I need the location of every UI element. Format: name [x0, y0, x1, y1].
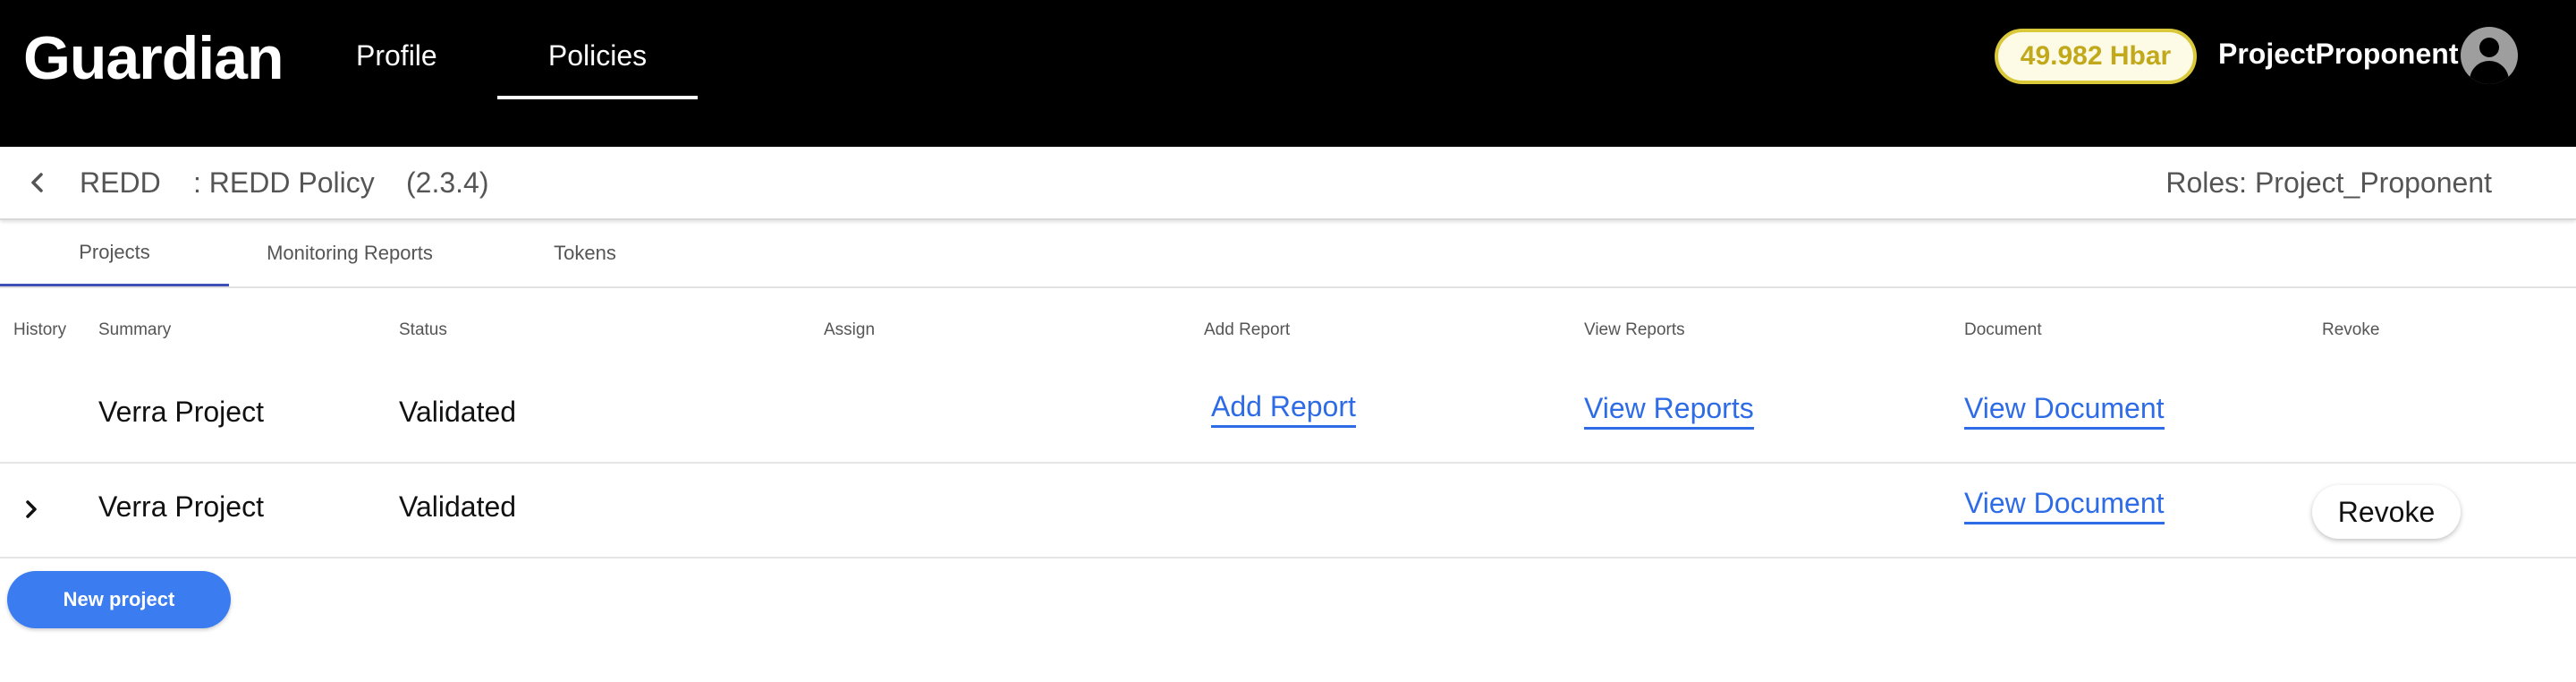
policy-header: REDD : REDD Policy (2.3.4) Roles: Projec…	[0, 147, 2576, 220]
column-summary: Summary	[98, 320, 172, 339]
row-status: Validated	[399, 396, 517, 428]
column-assign: Assign	[824, 320, 876, 339]
policy-roles: Roles: Project_Proponent	[2165, 166, 2492, 199]
hbar-balance-badge: 49.982 Hbar	[1995, 29, 2197, 84]
username: ProjectProponent	[2218, 38, 2459, 70]
app-logo[interactable]: Guardian	[23, 23, 284, 93]
column-status: Status	[399, 320, 447, 339]
chevron-right-icon[interactable]	[20, 494, 43, 524]
add-report-link[interactable]: Add Report	[1211, 390, 1356, 428]
column-view-reports: View Reports	[1584, 320, 1685, 339]
row-summary: Verra Project	[98, 490, 264, 523]
account-circle-icon[interactable]	[2461, 27, 2518, 84]
row-status: Validated	[399, 490, 517, 523]
view-reports-link[interactable]: View Reports	[1584, 392, 1754, 430]
table-header: History Summary Status Assign Add Report…	[0, 288, 2576, 369]
column-document: Document	[1964, 320, 2042, 339]
chevron-left-icon[interactable]	[23, 165, 50, 200]
view-document-link[interactable]: View Document	[1964, 392, 2165, 430]
column-add-report: Add Report	[1204, 320, 1291, 339]
nav-profile[interactable]: Profile	[356, 39, 437, 72]
tab-tokens[interactable]: Tokens	[470, 220, 699, 286]
new-project-button[interactable]: New project	[7, 571, 231, 628]
column-history: History	[13, 320, 67, 339]
policy-version: (2.3.4)	[406, 166, 489, 199]
view-document-link[interactable]: View Document	[1964, 487, 2165, 524]
app-header: Guardian Profile Policies 49.982 Hbar Pr…	[0, 0, 2576, 147]
policy-description: : REDD Policy	[193, 166, 375, 199]
tab-monitoring-reports[interactable]: Monitoring Reports	[229, 220, 470, 286]
column-revoke: Revoke	[2322, 320, 2380, 339]
table-row: Verra Project Validated View Document Re…	[0, 464, 2576, 558]
nav-policies[interactable]: Policies	[497, 39, 698, 99]
revoke-button[interactable]: Revoke	[2312, 485, 2461, 539]
tab-projects[interactable]: Projects	[0, 220, 229, 286]
table-row: Verra Project Validated Add Report View …	[0, 369, 2576, 464]
policy-name: REDD	[80, 166, 161, 199]
tab-bar: Projects Monitoring Reports Tokens	[0, 220, 2576, 288]
row-summary: Verra Project	[98, 396, 264, 428]
